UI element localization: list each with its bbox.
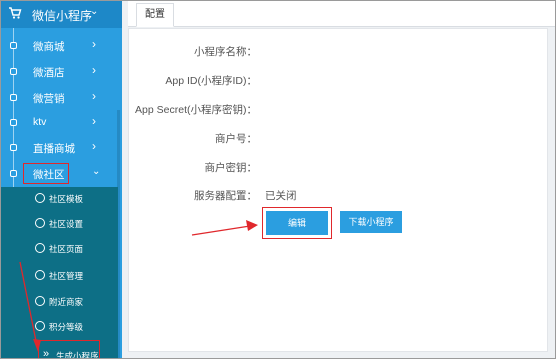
tab-bar: 配置 [128,0,556,27]
chevron-right-icon: › [92,89,96,103]
submenu-item-label: 社区页面 [49,244,84,254]
node-icon [10,170,17,177]
gear-icon [35,321,45,331]
server-config-status: 已关闭 [265,190,297,202]
main-content: 配置 小程序名称： App ID(小程序ID)： App Secret(小程序密… [122,0,556,359]
submenu-item-label: 附近商家 [49,297,84,307]
sidebar-item-label: 直播商城 [33,143,75,155]
tab-config[interactable]: 配置 [136,3,174,27]
form-row-server-config: 服务器配置： 已关闭 [129,188,549,204]
highlight-box-community [23,163,69,184]
sidebar-item-hotel[interactable]: 微酒店 › [0,59,115,84]
submenu-item-label: 社区管理 [49,271,84,281]
form-row-appid: App ID(小程序ID)： [129,73,549,89]
submenu-item-nearby[interactable]: 附近商家 [0,290,118,314]
node-icon [10,144,17,151]
submenu-item-label: 社区设置 [49,219,84,229]
gear-icon [35,218,45,228]
chevron-right-icon: › [92,114,96,128]
field-label: App Secret(小程序密钥)： [135,104,257,116]
submenu-item-pages[interactable]: 社区页面 [0,237,118,261]
highlight-box-generate [38,340,100,359]
cart-icon [9,7,22,19]
sidebar-item-ktv[interactable]: ktv › [0,110,115,135]
gear-icon [35,270,45,280]
chevron-down-icon: ⌄ [92,166,101,177]
sidebar-item-mall[interactable]: 微商城 › [0,33,115,58]
sidebar-item-label: 微酒店 [33,67,65,79]
chevron-down-icon: ⌄ [90,6,99,17]
form-row-merchant-key: 商户密钥： [129,160,549,176]
node-icon [10,94,17,101]
field-label: 服务器配置： [194,190,257,202]
field-label: 商户号： [215,133,257,145]
submenu-item-label: 积分等级 [49,322,84,332]
field-label: App ID(小程序ID)： [165,75,257,87]
community-submenu: 社区模板 社区设置 社区页面 社区管理 附近商家 积分等级 » 生成小程序 [0,187,118,359]
node-icon [10,68,17,75]
node-icon [10,119,17,126]
download-miniprogram-button[interactable]: 下载小程序 [340,211,402,233]
submenu-item-manage[interactable]: 社区管理 [0,264,118,288]
node-icon [10,42,17,49]
chevron-right-icon: › [92,63,96,77]
sidebar-item-label: ktv [33,116,47,128]
chevron-right-icon: › [92,139,96,153]
submenu-item-settings[interactable]: 社区设置 [0,212,118,236]
sidebar-item-label: 微商城 [33,41,65,53]
sidebar-item-label: 微营销 [33,93,65,105]
sidebar-header-title: 微信小程序 [32,9,93,23]
gear-icon [35,243,45,253]
submenu-item-points[interactable]: 积分等级 [0,315,118,339]
gear-icon [35,296,45,306]
form-row-merchant-id: 商户号： [129,131,549,147]
form-row-appsecret: App Secret(小程序密钥)： [129,102,549,118]
sidebar-header[interactable]: 微信小程序 ⌄ [0,0,122,28]
chevron-right-icon: › [92,37,96,51]
sidebar-item-live-mall[interactable]: 直播商城 › [0,135,115,160]
gear-icon [35,193,45,203]
config-card: 小程序名称： App ID(小程序ID)： App Secret(小程序密钥)：… [128,28,548,352]
sidebar-item-marketing[interactable]: 微营销 › [0,85,115,110]
field-label: 小程序名称： [194,46,257,58]
submenu-item-label: 社区模板 [49,194,84,204]
highlight-box-edit [262,207,332,239]
field-label: 商户密钥： [204,162,258,174]
form-row-name: 小程序名称： [129,44,549,60]
submenu-item-template[interactable]: 社区模板 [0,187,118,211]
